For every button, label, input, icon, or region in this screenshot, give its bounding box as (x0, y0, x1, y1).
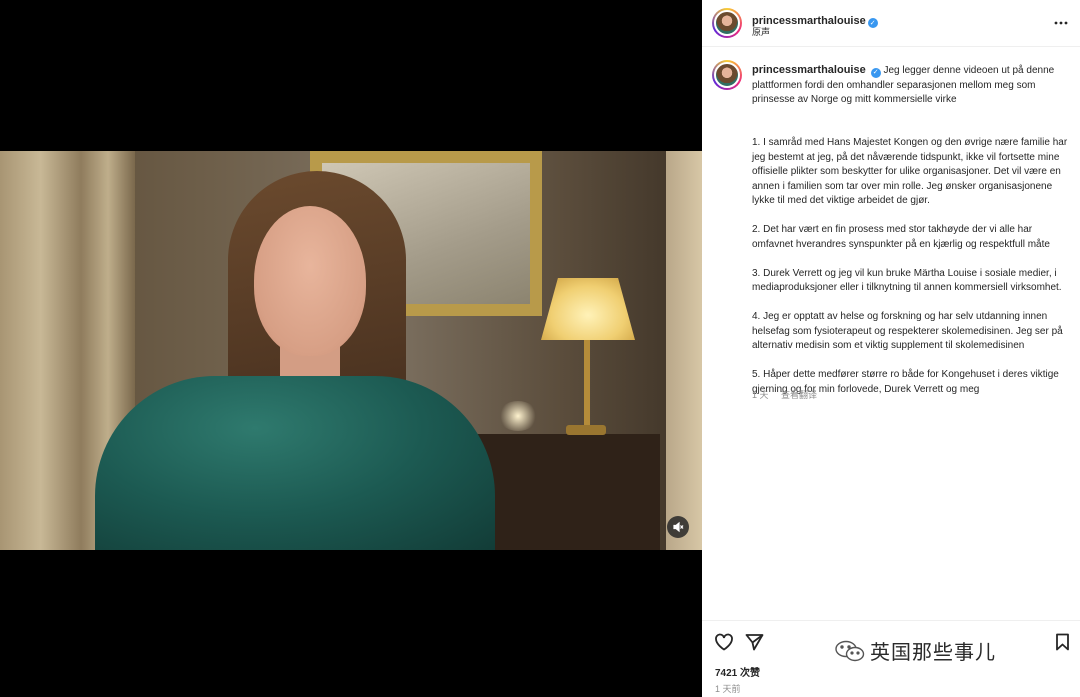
watermark-text: 英国那些事儿 (870, 642, 996, 664)
person-body (95, 376, 495, 550)
see-translation-link[interactable]: 查看翻译 (781, 390, 817, 400)
post-header: princessmarthalouise ✓ 原声 (702, 0, 1080, 47)
post-side-panel: princessmarthalouise ✓ 原声 princessmarthal… (702, 0, 1080, 697)
caption-meta: 1 天 查看翻译 (752, 388, 827, 401)
caption-username[interactable]: princessmarthalouise (752, 64, 866, 76)
post-caption: princessmarthalouise ✓ Jeg legger denne v… (752, 63, 1070, 412)
wechat-watermark: 英国那些事儿 (834, 636, 996, 665)
caption-avatar[interactable] (712, 60, 742, 90)
caption-point: 1. I samråd med Hans Majestet Kongen og … (752, 137, 1068, 206)
dresser (468, 434, 660, 550)
person-face (254, 206, 366, 356)
avatar[interactable] (712, 8, 742, 38)
lamp-pole (584, 340, 590, 430)
post-timestamp: 1 天前 (715, 684, 741, 694)
caption-points: 1. I samråd med Hans Majestet Kongen og … (752, 122, 1070, 412)
lamp-base (566, 425, 606, 435)
media-pane (0, 0, 702, 697)
curtain-right (666, 151, 702, 550)
share-icon[interactable] (745, 633, 764, 654)
like-count[interactable]: 7421 次赞 (715, 664, 760, 679)
lamp-shade (541, 278, 635, 340)
caption-point: 4. Jeg er opptatt av helse og forskning … (752, 311, 1063, 351)
bookmark-icon[interactable] (1055, 633, 1070, 654)
caption-point: 3. Durek Verrett og jeg vil kun bruke Mä… (752, 267, 1062, 294)
verified-badge-icon: ✓ (870, 68, 881, 79)
heart-icon[interactable] (714, 633, 734, 654)
candle-glow (498, 401, 538, 431)
video-player[interactable] (0, 151, 702, 550)
audio-label[interactable]: 原声 (752, 25, 770, 38)
caption-point: 2. Det har vært en fin prosess med stor … (752, 224, 1050, 250)
more-options-icon[interactable] (1054, 12, 1068, 28)
verified-badge-icon: ✓ (867, 18, 878, 28)
caption-time: 1 天 (752, 390, 769, 400)
wechat-logo-icon (835, 640, 865, 662)
muted-speaker-icon[interactable] (667, 516, 689, 538)
post-footer: 英国那些事儿 7421 次赞 1 天前 (702, 620, 1080, 697)
